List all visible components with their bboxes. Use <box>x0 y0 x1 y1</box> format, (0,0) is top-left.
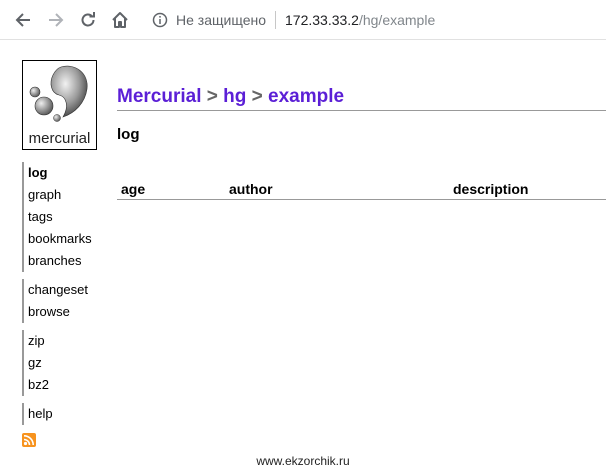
back-arrow-icon <box>15 13 30 27</box>
logo-text: mercurial <box>29 130 91 147</box>
home-button[interactable] <box>109 9 131 31</box>
side-menu: log graph tags bookmarks branches change… <box>22 162 112 432</box>
home-icon <box>112 12 128 28</box>
browser-toolbar: Не защищено 172.33.33.2/hg/example <box>0 0 606 40</box>
mercurial-logo-graphic: mercurial <box>29 65 91 147</box>
forward-arrow-icon <box>49 13 64 27</box>
reload-button[interactable] <box>77 9 99 31</box>
url-text[interactable]: 172.33.33.2/hg/example <box>285 12 435 28</box>
menu-item-browse[interactable]: browse <box>28 301 112 323</box>
column-header-author: author <box>229 181 273 197</box>
menu-item-branches[interactable]: branches <box>28 250 112 272</box>
column-header-age: age <box>121 181 146 197</box>
security-status[interactable]: Не защищено <box>176 12 266 28</box>
menu-item-bookmarks[interactable]: bookmarks <box>28 228 112 250</box>
menu-item-changeset[interactable]: changeset <box>28 279 112 301</box>
menu-item-help[interactable]: help <box>28 403 112 425</box>
breadcrumb-example[interactable]: example <box>268 86 344 107</box>
breadcrumb-mercurial[interactable]: Mercurial <box>117 86 201 107</box>
page-title: log <box>117 126 140 143</box>
url-host: 172.33.33.2 <box>285 12 359 28</box>
reload-icon <box>81 12 95 27</box>
menu-item-zip[interactable]: zip <box>28 330 112 352</box>
rss-icon[interactable] <box>22 433 36 447</box>
breadcrumb-separator: > <box>251 86 269 107</box>
watermark: www.ekzorchik.ru <box>256 454 350 468</box>
menu-group-archives: zip gz bz2 <box>22 330 112 396</box>
mercurial-logo[interactable]: mercurial <box>22 60 97 150</box>
menu-group-views: log graph tags bookmarks branches <box>22 162 112 272</box>
menu-item-tags[interactable]: tags <box>28 206 112 228</box>
menu-group-help: help <box>22 403 112 425</box>
breadcrumb: Mercurial > hg > example <box>117 86 606 111</box>
menu-group-revision: changeset browse <box>22 279 112 323</box>
menu-item-gz[interactable]: gz <box>28 352 112 374</box>
back-button[interactable] <box>12 9 34 31</box>
url-divider <box>275 11 276 29</box>
menu-item-log[interactable]: log <box>28 162 112 184</box>
log-table: age author description <box>117 181 606 200</box>
menu-item-bz2[interactable]: bz2 <box>28 374 112 396</box>
breadcrumb-hg[interactable]: hg <box>223 86 246 107</box>
menu-item-graph[interactable]: graph <box>28 184 112 206</box>
url-path: /hg/example <box>358 12 436 28</box>
info-icon[interactable] <box>152 12 168 28</box>
forward-button[interactable] <box>45 9 67 31</box>
breadcrumb-separator: > <box>206 86 224 107</box>
column-header-description: description <box>453 181 529 197</box>
address-bar[interactable]: Не защищено 172.33.33.2/hg/example <box>146 6 606 34</box>
